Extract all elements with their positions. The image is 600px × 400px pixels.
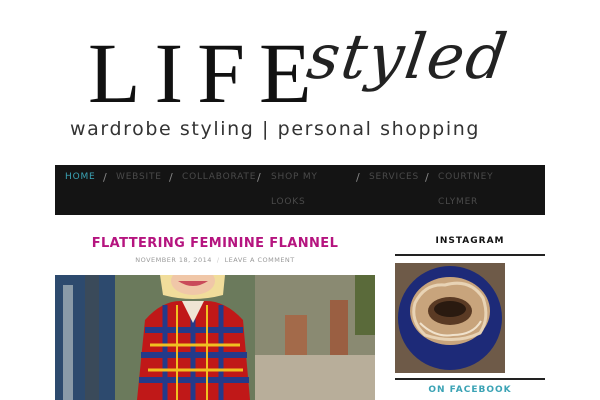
- post-title[interactable]: FLATTERING FEMININE FLANNEL: [55, 236, 375, 251]
- post-date: NOVEMBER 18, 2014: [135, 256, 212, 264]
- post-featured-image[interactable]: [55, 275, 375, 400]
- facebook-widget-title[interactable]: ON FACEBOOK: [395, 385, 545, 395]
- instagram-photo[interactable]: [395, 263, 505, 373]
- meta-separator: /: [216, 256, 220, 264]
- nav-separator: /: [257, 171, 261, 184]
- sidebar-divider: [395, 378, 545, 380]
- nav-separator: /: [169, 171, 173, 184]
- nav-item-courtney-clymer[interactable]: COURTNEY: [438, 165, 493, 190]
- instagram-photo-illustration: [395, 263, 505, 373]
- nav-item-home[interactable]: HOME: [65, 165, 96, 190]
- site-logo-main[interactable]: LIFE: [88, 30, 326, 116]
- nav-item-collaborate[interactable]: COLLABORATE: [182, 165, 256, 190]
- nav-item-shop-my-looks-line2[interactable]: LOOKS: [271, 190, 305, 215]
- site-header: LIFE styled wardrobe styling | personal …: [0, 0, 600, 150]
- sidebar-divider: [395, 254, 545, 256]
- post-meta: NOVEMBER 18, 2014 / LEAVE A COMMENT: [55, 256, 375, 264]
- instagram-widget-title: INSTAGRAM: [435, 236, 505, 246]
- nav-separator: /: [425, 171, 429, 184]
- nav-item-services[interactable]: SERVICES: [369, 165, 419, 190]
- leave-comment-link[interactable]: LEAVE A COMMENT: [225, 256, 295, 264]
- main-nav: HOME / WEBSITE / COLLABORATE / SHOP MY L…: [55, 165, 545, 215]
- nav-separator: /: [103, 171, 107, 184]
- post-photo-illustration: [55, 275, 375, 400]
- nav-item-courtney-clymer-line2[interactable]: CLYMER: [438, 190, 478, 215]
- site-tagline: wardrobe styling | personal shopping: [70, 118, 481, 140]
- nav-item-shop-my-looks[interactable]: SHOP MY: [271, 165, 318, 190]
- nav-separator: /: [356, 171, 360, 184]
- nav-item-website[interactable]: WEBSITE: [116, 165, 162, 190]
- site-logo-script[interactable]: styled: [303, 20, 513, 93]
